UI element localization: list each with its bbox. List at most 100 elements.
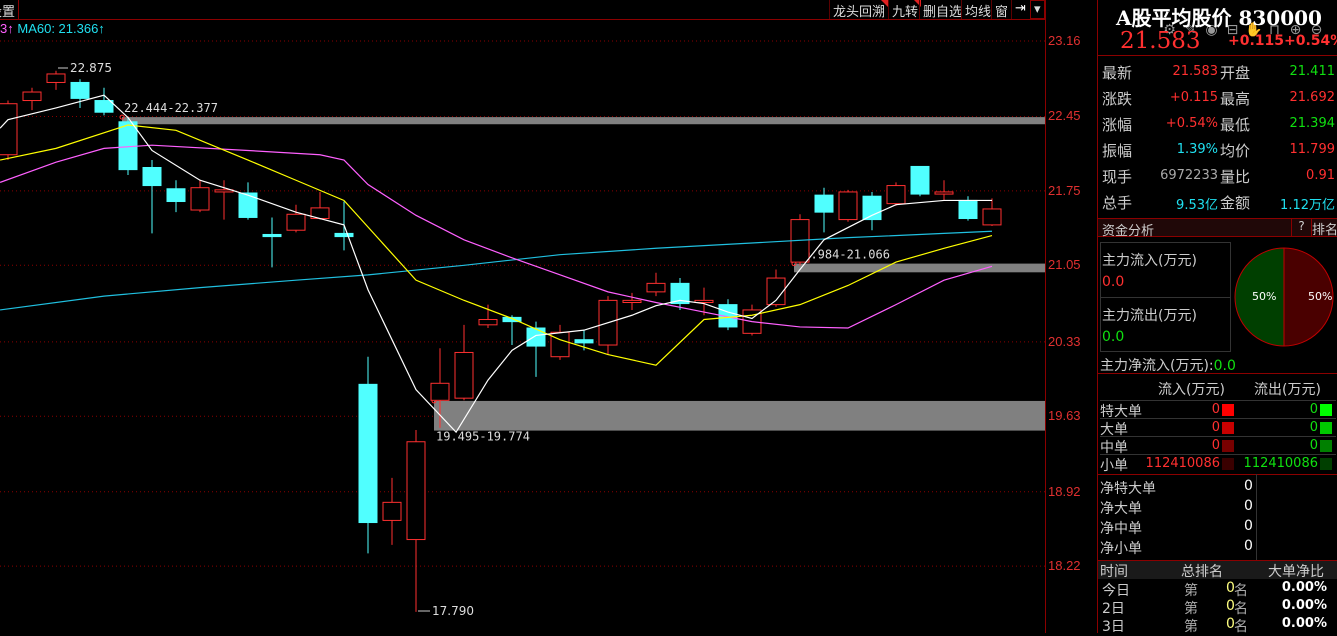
inflow-swatch [1222,440,1234,452]
chart-toolbar: 设置 龙头回溯 九转 删自选 均线 窗 ⇥ ▾ [0,0,1045,20]
remove-watchlist-button[interactable]: 删自选 [919,0,965,20]
dropdown-button[interactable]: ▾ [1030,0,1045,19]
candle-body [334,232,354,238]
net-order-label: 净小单 [1100,541,1142,557]
order-type: 小单 [1100,458,1128,474]
settings-button[interactable]: 设置 [0,0,20,20]
candle [238,182,258,220]
candle [982,198,1002,226]
stat-label: 总手 [1102,194,1133,212]
big-order-ratio: 0.00% [1281,598,1327,613]
stat-value: 0.91 [1306,168,1335,183]
ma60-legend: MA60: 21.366↑ [17,21,105,36]
candle-body [526,327,546,347]
candle [838,189,858,222]
net-order-label: 净大单 [1100,501,1142,517]
rank-col-total: 总排名 [1181,564,1223,580]
high-annotation: 22.875 [70,61,112,75]
candle-body [118,121,138,171]
candle [406,430,426,612]
window-button[interactable]: 窗 [991,0,1011,20]
kline-chart[interactable]: 22.444-22.377 20.984-21.066 19.495-19.774 2… [0,0,1045,633]
order-row: 大单 0 0 [1100,418,1336,438]
candle [886,182,906,206]
rank-button[interactable]: 排名 [1311,219,1337,238]
support-band [122,117,1045,125]
fund-analysis-header: 资金分析 ? 排名 [1098,218,1337,239]
stat-label: 涨幅 [1102,116,1133,134]
y-tick-label: 21.05 [1048,257,1081,273]
stat-value: 1.39% [1176,142,1218,157]
candle [550,324,570,360]
rank-prefix: 第 [1184,619,1198,635]
net-order-label: 净特大单 [1100,481,1156,497]
candle [766,269,786,307]
order-row: 特大单 0 0 [1100,400,1336,420]
pie-label-left: 50% [1252,290,1277,303]
candle-body [886,185,906,205]
help-button[interactable]: ? [1291,219,1311,236]
stat-row: 涨跌 +0.115 最高 21.692 [1098,84,1337,110]
stat-label: 均价 [1220,142,1251,160]
ma-legend-prev: 3↑ [0,21,14,36]
big-order-ratio: 0.00% [1281,616,1327,631]
stat-value: 21.394 [1289,116,1336,131]
candle-body [478,319,498,326]
candle-body [190,187,210,211]
quote-panel: A股平均股价 830000 21.583 +0.115 +0.54% 最新 21.… [1097,0,1337,635]
candle-body [94,100,114,113]
arrow-end-icon[interactable]: ⇥ [1011,0,1029,19]
band-label: 20.984-21.066 [796,248,890,262]
candle-body [166,188,186,203]
candle-body [70,81,90,99]
stat-row: 最新 21.583 开盘 21.411 [1098,58,1337,84]
candle [310,191,330,220]
rank-suffix: 名 [1234,619,1248,635]
rank-suffix: 名 [1234,601,1248,617]
col-outflow-header: 流出(万元) [1254,382,1321,398]
rank-period: 2日 [1102,601,1125,617]
stat-value: 21.411 [1289,64,1336,79]
candle [646,272,666,297]
stat-value: 21.583 [1172,64,1219,79]
candle-body [406,441,426,541]
stat-value: 1.12万亿 [1280,198,1335,213]
order-inflow: 0 [1211,438,1220,453]
candle [0,100,18,161]
rank-col-time: 时间 [1100,564,1128,580]
stat-label: 最高 [1220,90,1251,108]
candle [862,191,882,231]
net-order-value: 0 [1244,478,1253,494]
stat-label: 现手 [1102,168,1133,186]
tab-leader-backtrack[interactable]: 龙头回溯 [829,0,889,20]
moving-average-button[interactable]: 均线 [961,0,994,20]
candle [286,204,306,233]
candle [934,180,954,201]
inflow-swatch [1222,458,1234,470]
stat-value: +0.115 [1169,90,1218,105]
candle-body [862,195,882,221]
candle-body [22,91,42,102]
candle-body [430,382,450,401]
outflow-swatch [1320,440,1332,452]
stat-label: 开盘 [1220,64,1251,82]
tab-nine-turn[interactable]: 九转 [888,0,922,20]
support-band [794,263,1045,273]
band-label: 22.444-22.377 [124,101,218,115]
tab-label: 九转 [892,5,919,20]
stat-value: 6972233 [1160,168,1218,183]
inflow-swatch [1222,404,1234,416]
big-order-ratio: 0.00% [1281,580,1327,595]
y-tick-label: 18.22 [1048,558,1081,574]
candle-body [550,331,570,358]
outflow-swatch [1320,458,1332,470]
rank-col-ratio: 大单净比 [1268,564,1324,580]
y-tick-label: 18.92 [1048,483,1081,499]
order-row: 小单 112410086 112410086 [1100,454,1336,474]
rank-prefix: 第 [1184,601,1198,617]
stat-row: 涨幅 +0.54% 最低 21.394 [1098,110,1337,136]
order-outflow: 112410086 [1243,456,1318,471]
candle [718,299,738,331]
candle [262,217,282,268]
stat-label: 最低 [1220,116,1251,134]
